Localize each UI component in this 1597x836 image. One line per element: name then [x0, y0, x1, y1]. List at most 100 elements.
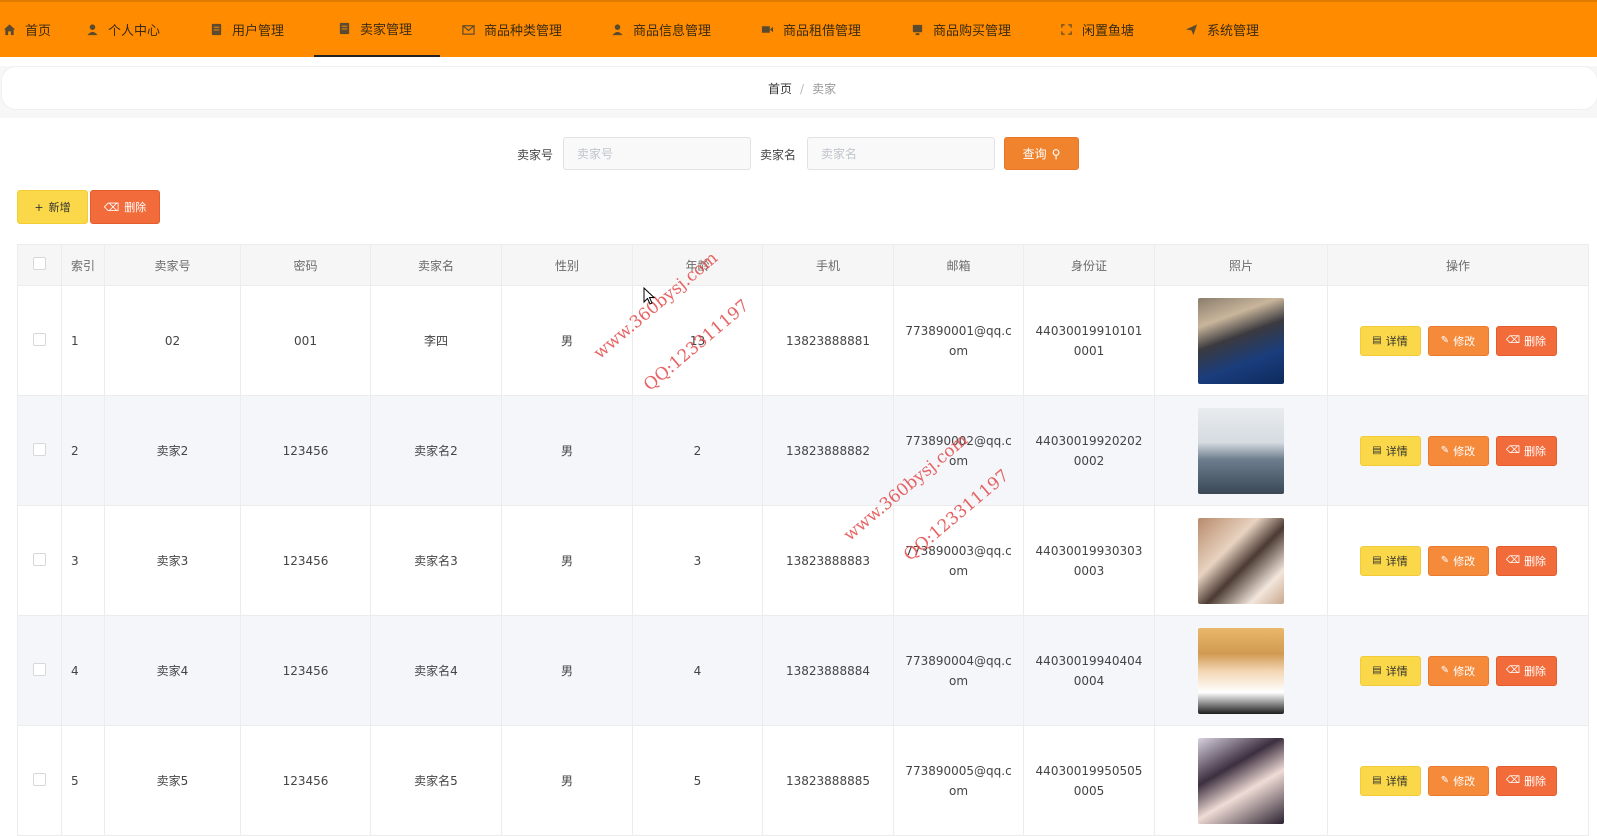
nav-item-label: 个人中心: [108, 24, 161, 39]
delete-label: 删除: [1524, 334, 1547, 348]
delete-button[interactable]: ⌫ 删除: [1495, 545, 1557, 576]
select-all-header[interactable]: [17, 244, 62, 286]
row-checkbox-cell[interactable]: [17, 725, 62, 836]
nav-item-system[interactable]: 系统管理: [1184, 2, 1259, 57]
nav-item-users[interactable]: 用户管理: [209, 2, 284, 57]
document-icon: ▤: [1372, 335, 1382, 346]
select-all-checkbox[interactable]: [33, 257, 46, 270]
nav-item-label: 用户管理: [232, 24, 285, 39]
row-checkbox-cell[interactable]: [17, 505, 62, 616]
edit-label: 修改: [1453, 554, 1476, 568]
age-cell: 4: [632, 615, 763, 726]
nav-item-purchases[interactable]: 商品购买管理: [910, 2, 1011, 57]
operations-cell: ▤ 详情 ✎ 修改 ⌫ 删除: [1327, 725, 1589, 836]
edit-button[interactable]: ✎ 修改: [1427, 545, 1489, 576]
operations-cell: ▤ 详情 ✎ 修改 ⌫ 删除: [1327, 615, 1589, 726]
seller-photo[interactable]: [1198, 517, 1284, 604]
seller-photo[interactable]: [1198, 407, 1284, 494]
edit-button[interactable]: ✎ 修改: [1427, 325, 1489, 356]
row-checkbox[interactable]: [33, 442, 46, 456]
seller-photo[interactable]: [1198, 297, 1284, 384]
edit-button[interactable]: ✎ 修改: [1427, 435, 1489, 466]
add-button[interactable]: + 新增: [17, 190, 88, 224]
table-header-row: 索引 卖家号 密码 卖家名 性别 年龄 手机 邮箱 身份证 照片 操作: [17, 244, 1589, 286]
seller-photo[interactable]: [1198, 737, 1284, 824]
index-cell: 5: [61, 725, 105, 836]
top-nav: 首页 个人中心 用户管理 卖家管理 商品种类管理 商品信息管理 商品租借管理 商…: [0, 0, 1597, 57]
seller-name-input[interactable]: [807, 137, 995, 170]
gender-cell: 男: [501, 615, 633, 726]
photo-cell: [1154, 505, 1328, 616]
detail-button[interactable]: ▤ 详情: [1359, 545, 1421, 576]
pencil-icon: ✎: [1440, 555, 1450, 566]
row-checkbox-cell[interactable]: [17, 285, 62, 396]
id-card-cell: 440300199505050005: [1023, 725, 1155, 836]
column-header: 性别: [501, 244, 633, 286]
seller-name-cell: 李四: [370, 285, 502, 396]
delete-button[interactable]: ⌫ 删除: [1495, 435, 1557, 466]
nav-item-sellers[interactable]: 卖家管理: [314, 2, 440, 57]
email-cell: 773890004@qq.com: [893, 615, 1024, 726]
nav-item-home[interactable]: 首页: [2, 2, 51, 57]
password-cell: 001: [240, 285, 371, 396]
seller-photo[interactable]: [1198, 627, 1284, 714]
password-cell: 123456: [240, 395, 371, 506]
edit-label: 修改: [1453, 334, 1476, 348]
row-checkbox[interactable]: [33, 332, 46, 346]
detail-button[interactable]: ▤ 详情: [1359, 435, 1421, 466]
nav-item-label: 卖家管理: [360, 23, 413, 38]
nav-item-label: 闲置鱼塘: [1082, 24, 1135, 39]
breadcrumb-home[interactable]: 首页: [768, 82, 792, 96]
add-label: 新增: [48, 201, 71, 214]
user-icon: [610, 23, 624, 37]
nav-item-rentals[interactable]: 商品租借管理: [760, 2, 861, 57]
home-icon: [2, 23, 16, 37]
gender-cell: 男: [501, 395, 633, 506]
column-header: 索引: [61, 244, 105, 286]
edit-label: 修改: [1453, 774, 1476, 788]
id-card-cell: 440300199404040004: [1023, 615, 1155, 726]
document-icon: ▤: [1372, 775, 1382, 786]
detail-button[interactable]: ▤ 详情: [1359, 325, 1421, 356]
document-icon: ▤: [1372, 555, 1382, 566]
row-checkbox[interactable]: [33, 662, 46, 676]
index-cell: 1: [61, 285, 105, 396]
operations-cell: ▤ 详情 ✎ 修改 ⌫ 删除: [1327, 285, 1589, 396]
row-checkbox-cell[interactable]: [17, 395, 62, 506]
row-checkbox-cell[interactable]: [17, 615, 62, 726]
trash-icon: ⌫: [1505, 665, 1521, 676]
seller-no-cell: 02: [104, 285, 241, 396]
column-header: 邮箱: [893, 244, 1024, 286]
detail-button[interactable]: ▤ 详情: [1359, 765, 1421, 796]
edit-button[interactable]: ✎ 修改: [1427, 765, 1489, 796]
delete-button[interactable]: ⌫ 删除: [1495, 765, 1557, 796]
detail-button[interactable]: ▤ 详情: [1359, 655, 1421, 686]
nav-item-idle-pond[interactable]: 闲置鱼塘: [1059, 2, 1134, 57]
table-row: 2 卖家2 123456 卖家名2 男 2 13823888882 773890…: [17, 395, 1589, 506]
nav-item-products[interactable]: 商品信息管理: [610, 2, 711, 57]
column-header: 卖家名: [370, 244, 502, 286]
email-cell: 773890001@qq.com: [893, 285, 1024, 396]
document-icon: ▤: [1372, 445, 1382, 456]
nav-item-label: 商品种类管理: [484, 24, 563, 39]
detail-label: 详情: [1385, 334, 1408, 348]
mail-icon: [461, 23, 475, 37]
nav-item-label: 商品购买管理: [933, 24, 1012, 39]
seller-no-input[interactable]: [563, 137, 751, 170]
edit-label: 修改: [1453, 444, 1476, 458]
delete-button[interactable]: ⌫ 删除: [1495, 655, 1557, 686]
gender-cell: 男: [501, 725, 633, 836]
column-header: 卖家号: [104, 244, 241, 286]
search-icon: ⚲: [1051, 146, 1061, 161]
edit-button[interactable]: ✎ 修改: [1427, 655, 1489, 686]
photo-cell: [1154, 615, 1328, 726]
query-button[interactable]: 查询 ⚲: [1004, 137, 1079, 170]
row-checkbox[interactable]: [33, 772, 46, 786]
delete-button[interactable]: ⌫ 删除: [1495, 325, 1557, 356]
nav-item-categories[interactable]: 商品种类管理: [461, 2, 562, 57]
email-cell: 773890005@qq.com: [893, 725, 1024, 836]
trash-icon: ⌫: [103, 200, 120, 214]
nav-item-profile[interactable]: 个人中心: [85, 2, 160, 57]
batch-delete-button[interactable]: ⌫ 删除: [90, 190, 160, 224]
row-checkbox[interactable]: [33, 552, 46, 566]
